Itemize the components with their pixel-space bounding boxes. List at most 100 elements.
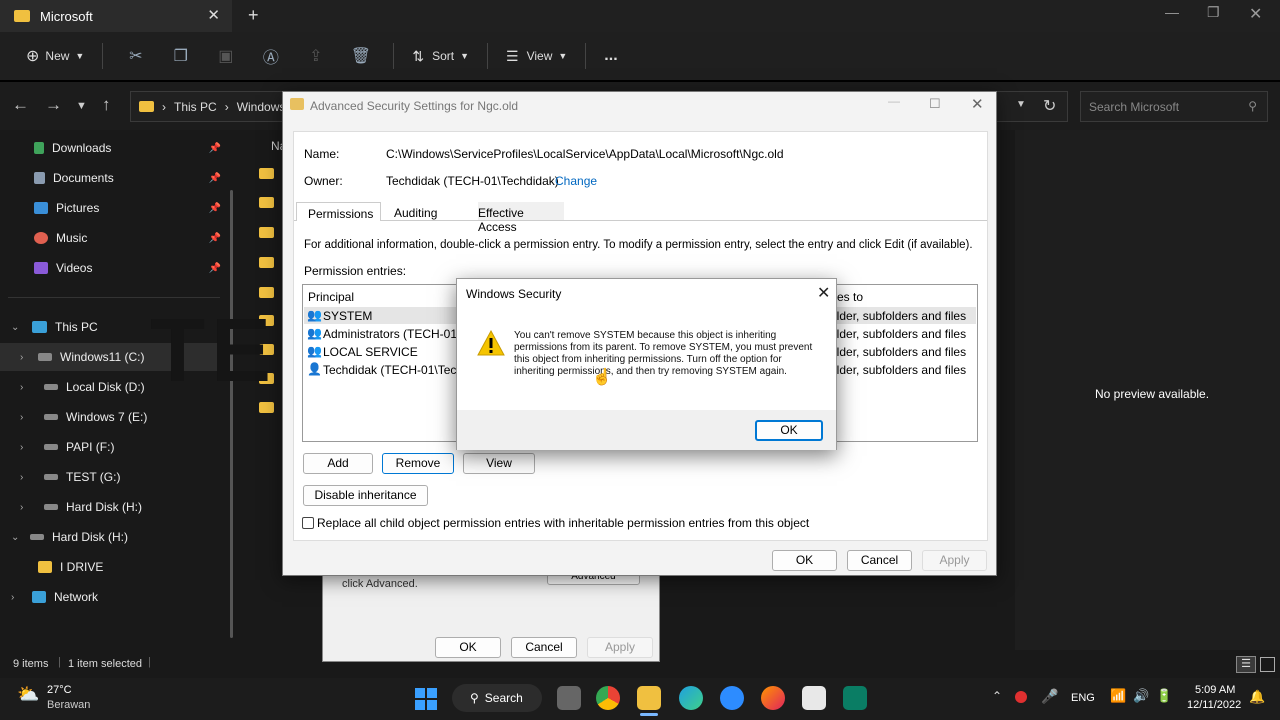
tab-auditing[interactable]: Auditing [394,206,437,220]
pin-icon[interactable]: 📌 [209,173,221,184]
notification-icon[interactable]: 🔔 [1249,689,1265,705]
cut-icon[interactable]: ✂ [113,46,158,66]
copy-icon[interactable]: ❐ [158,46,203,66]
chevron-right-icon[interactable]: › [20,382,23,393]
zoom-icon[interactable] [720,686,744,710]
minimize-icon[interactable]: — [1165,4,1179,20]
chevron-right-icon[interactable]: › [20,352,23,363]
sidebar-item-documents[interactable]: Documents 📌 [0,164,225,192]
taskbar-search[interactable]: ⚲ Search [452,684,542,712]
folder-icon[interactable] [259,287,274,298]
file-explorer-icon[interactable] [637,686,661,710]
sidebar-item-videos[interactable]: Videos 📌 [0,254,225,282]
view-button[interactable]: ☰ View ▼ [498,41,575,71]
store-icon[interactable] [802,686,826,710]
edge-icon[interactable] [679,686,703,710]
sidebar-item-downloads[interactable]: Downloads 📌 [0,134,225,162]
up-arrow-icon[interactable]: ↑ [102,95,111,115]
details-view-icon[interactable]: ☰ [1236,656,1256,673]
new-button[interactable]: ⊕ New ▼ [18,41,92,71]
cancel-button[interactable]: Cancel [847,550,912,571]
sidebar-item-drive-g[interactable]: › TEST (G:) [0,463,225,491]
column-header-principal[interactable]: Principal [308,290,354,304]
tab-effective-access[interactable]: Effective Access [478,202,564,234]
clock-date[interactable]: 12/11/2022 [1187,699,1241,711]
change-owner-link[interactable]: Change [555,174,597,188]
chevron-right-icon[interactable]: › [20,442,23,453]
pin-icon[interactable]: 📌 [209,233,221,244]
tab-permissions[interactable]: Permissions [296,202,381,221]
more-button[interactable]: ... [596,41,625,71]
security-ok-button[interactable]: OK [755,420,823,441]
view-button[interactable]: View [463,453,535,474]
chevron-right-icon[interactable]: › [20,502,23,513]
forward-arrow-icon[interactable]: → [45,95,62,115]
back-arrow-icon[interactable]: ← [12,95,29,115]
add-button[interactable]: Add [303,453,373,474]
apply-button[interactable]: Apply [922,550,987,571]
wifi-icon[interactable]: 📶 [1110,688,1126,704]
task-view-icon[interactable] [557,686,581,710]
close-window-icon[interactable]: ✕ [1249,4,1262,24]
close-tab-icon[interactable]: ✕ [207,6,220,24]
sidebar-item-drive-f[interactable]: › PAPI (F:) [0,433,225,461]
chevron-right-icon[interactable]: › [20,472,23,483]
weather-temp[interactable]: 27°C [47,684,72,696]
disable-inheritance-button[interactable]: Disable inheritance [303,485,428,506]
refresh-icon[interactable]: ↻ [1043,96,1056,116]
props-cancel-button[interactable]: Cancel [511,637,577,658]
chevron-right-icon[interactable]: › [20,412,23,423]
sidebar-item-network[interactable]: › Network [0,583,225,611]
sidebar-item-music[interactable]: Music 📌 [0,224,225,252]
folder-icon[interactable] [259,227,274,238]
paste-icon[interactable]: ▣ [203,46,248,66]
share-icon[interactable]: ⇪ [293,46,338,66]
folder-icon[interactable] [259,168,274,179]
new-tab-icon[interactable]: + [248,5,259,26]
close-icon[interactable]: ✕ [971,95,984,113]
chevron-right-icon[interactable]: › [11,592,14,603]
sidebar-item-pictures[interactable]: Pictures 📌 [0,194,225,222]
chevron-down-icon[interactable]: ⌄ [11,532,19,543]
chevron-up-icon[interactable]: ⌃ [992,689,1002,703]
sidebar-item-i-drive[interactable]: I DRIVE [0,553,225,581]
recent-chevron-icon[interactable]: ▼ [76,100,87,112]
record-icon[interactable] [1015,691,1027,703]
sidebar-scrollbar[interactable] [230,190,233,638]
volume-icon[interactable]: 🔊 [1133,688,1149,704]
battery-icon[interactable]: 🔋 [1156,688,1172,704]
weather-desc[interactable]: Berawan [47,699,90,711]
address-dropdown-icon[interactable]: ▼ [1016,99,1026,110]
rename-icon[interactable]: Ⓐ [248,44,293,68]
tab-microsoft[interactable]: Microsoft ✕ [0,0,232,32]
sidebar-item-drive-e[interactable]: › Windows 7 (E:) [0,403,225,431]
chevron-down-icon[interactable]: ⌄ [11,322,19,333]
props-ok-button[interactable]: OK [435,637,501,658]
weather-icon[interactable]: ⛅ [17,684,39,705]
chrome-icon[interactable] [596,686,620,710]
maximize-icon[interactable]: ❐ [1207,4,1220,21]
props-apply-button[interactable]: Apply [587,637,653,658]
pin-icon[interactable]: 📌 [209,263,221,274]
close-icon[interactable]: ✕ [817,283,830,303]
replace-checkbox[interactable] [302,517,314,529]
clock-time[interactable]: 5:09 AM [1195,684,1235,696]
sort-button[interactable]: ⇅ Sort ▼ [404,41,477,71]
pin-icon[interactable]: 📌 [209,203,221,214]
pin-icon[interactable]: 📌 [209,143,221,154]
microphone-icon[interactable]: 🎤 [1041,688,1058,705]
column-header-applies-to[interactable]: es to [837,290,863,304]
language-indicator[interactable]: ENG [1071,692,1095,704]
sidebar-item-drive-h[interactable]: › Hard Disk (H:) [0,493,225,521]
delete-icon[interactable]: 🗑 [338,46,383,66]
breadcrumb-this-pc[interactable]: This PC [174,100,217,114]
maximize-icon[interactable]: ☐ [929,96,941,112]
minimize-icon[interactable]: — [888,94,900,108]
folder-icon[interactable] [259,402,274,413]
search-input[interactable]: Search Microsoft ⚲ [1080,91,1268,122]
folder-icon[interactable] [259,257,274,268]
tiles-view-icon[interactable] [1260,657,1275,672]
sidebar-item-hard-disk[interactable]: ⌄ Hard Disk (H:) [0,523,225,551]
firefox-icon[interactable] [761,686,785,710]
start-icon[interactable] [415,688,437,710]
